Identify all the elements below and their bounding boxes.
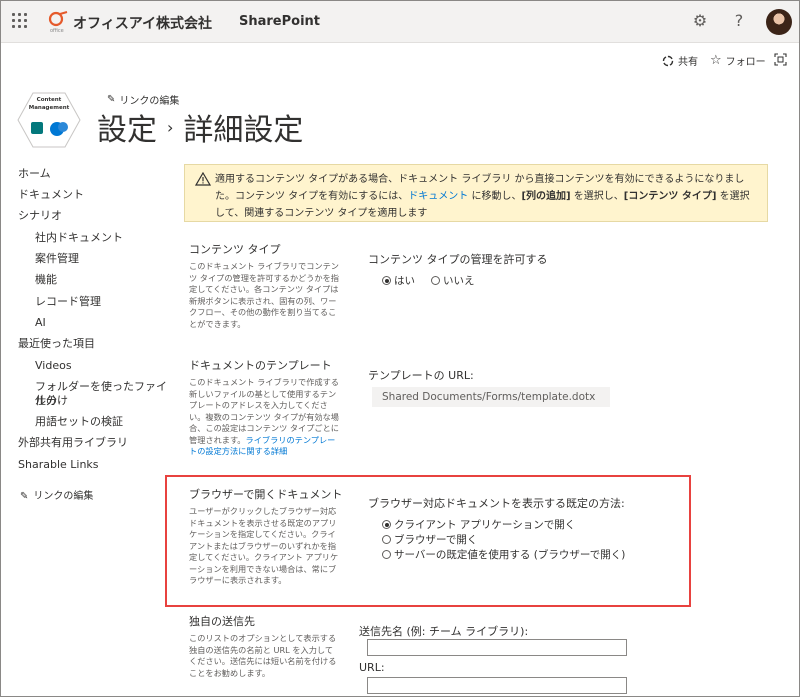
follow-label: フォロー bbox=[725, 57, 766, 68]
avatar[interactable] bbox=[766, 9, 792, 35]
suite-bar: office オフィスアイ株式会社 SharePoint ⚙ ? bbox=[1, 1, 799, 43]
browser-open-title: ブラウザーで開くドキュメント bbox=[189, 488, 343, 501]
fullscreen-icon bbox=[774, 53, 787, 66]
nav-item-home[interactable]: ホーム bbox=[18, 167, 51, 181]
nav-item-internal-docs[interactable]: 社内ドキュメント bbox=[35, 231, 123, 245]
radio-client-control[interactable] bbox=[382, 520, 391, 529]
warning-banner: 適用するコンテンツ タイプがある場合、ドキュメント ライブラリ から直接コンテン… bbox=[184, 164, 768, 222]
follow-button[interactable]: ☆ フォロー bbox=[710, 53, 766, 68]
nav-item-ai[interactable]: AI bbox=[35, 316, 46, 330]
template-title: ドキュメントのテンプレート bbox=[189, 359, 332, 372]
radio-yes-control[interactable] bbox=[382, 276, 391, 285]
nav-item-documents[interactable]: ドキュメント bbox=[18, 188, 84, 202]
warning-icon bbox=[195, 172, 211, 186]
nav-item-videos[interactable]: Videos bbox=[35, 359, 72, 373]
radio-browser-label: ブラウザーで開く bbox=[394, 534, 478, 546]
content-type-title: コンテンツ タイプ bbox=[189, 243, 281, 256]
nav-item-features[interactable]: 機能 bbox=[35, 273, 57, 287]
radio-open-browser[interactable]: ブラウザーで開く bbox=[382, 532, 477, 547]
banner-bold-1: [列の追加] bbox=[521, 191, 571, 202]
radio-open-client[interactable]: クライアント アプリケーションで開く bbox=[382, 517, 575, 532]
banner-bold-2: [コンテンツ タイプ] bbox=[623, 191, 717, 202]
page-title: 設定 › 詳細設定 bbox=[97, 105, 303, 149]
waffle-icon[interactable] bbox=[12, 13, 28, 29]
browser-open-label: ブラウザー対応ドキュメントを表示する既定の方法: bbox=[368, 497, 625, 510]
gear-icon[interactable]: ⚙ bbox=[690, 11, 710, 31]
command-bar: 共有 ☆ フォロー bbox=[1, 44, 799, 74]
browser-open-desc: ユーザーがクリックしたブラウザー対応ドキュメントを表示させる既定のアプリケーショ… bbox=[189, 506, 339, 585]
send-to-url-label: URL: bbox=[359, 661, 385, 674]
nav-item-sharable-links[interactable]: Sharable Links bbox=[18, 458, 99, 472]
banner-text-2: に移動し、 bbox=[468, 191, 522, 202]
share-icon bbox=[662, 55, 674, 66]
radio-yes[interactable]: はい bbox=[382, 273, 415, 288]
nav-item-termset[interactable]: 用語セットの検証 bbox=[35, 415, 123, 429]
pencil-icon: ✎ bbox=[20, 491, 29, 502]
sharepoint-window: office オフィスアイ株式会社 SharePoint ⚙ ? 共有 ☆ フォ… bbox=[0, 0, 800, 697]
share-button[interactable]: 共有 bbox=[662, 53, 698, 68]
send-to-title: 独自の送信先 bbox=[189, 615, 255, 628]
template-desc: このドキュメント ライブラリで作成する新しいファイルの基として使用するテンプレー… bbox=[189, 377, 339, 458]
star-icon: ☆ bbox=[710, 53, 722, 68]
radio-browser-control[interactable] bbox=[382, 535, 391, 544]
focus-mode-button[interactable] bbox=[774, 53, 787, 66]
radio-server-default[interactable]: サーバーの既定値を使用する (ブラウザーで開く) bbox=[382, 547, 625, 562]
template-url-label: テンプレートの URL: bbox=[368, 369, 474, 382]
share-label: 共有 bbox=[678, 57, 698, 68]
company-logo: office bbox=[48, 11, 68, 34]
nav-item-external-library[interactable]: 外部共有用ライブラリ bbox=[18, 436, 128, 450]
radio-no-label: いいえ bbox=[443, 275, 475, 287]
nav-edit-links[interactable]: ✎ リンクの編集 bbox=[20, 490, 93, 504]
content-type-desc: このドキュメント ライブラリでコンテンツ タイプの管理を許可するかどうかを指定し… bbox=[189, 261, 339, 329]
allow-content-type-label: コンテンツ タイプの管理を許可する bbox=[368, 253, 548, 266]
radio-server-label: サーバーの既定値を使用する (ブラウザーで開く) bbox=[394, 549, 626, 561]
template-url-field[interactable]: Shared Documents/Forms/template.dotx bbox=[372, 387, 610, 407]
chevron-right-icon: › bbox=[167, 117, 174, 137]
send-to-desc: このリストのオプションとして表示する独自の送信先の名前と URL を入力してくだ… bbox=[189, 633, 337, 678]
banner-text-3: を選択し、 bbox=[570, 191, 624, 202]
org-name[interactable]: オフィスアイ株式会社 bbox=[73, 13, 212, 33]
nav-item-records[interactable]: レコード管理 bbox=[35, 295, 101, 309]
nav-edit-links-label: リンクの編集 bbox=[33, 491, 94, 502]
radio-server-control[interactable] bbox=[382, 550, 391, 559]
radio-yes-label: はい bbox=[394, 275, 415, 287]
breadcrumb-current: 詳細設定 bbox=[183, 113, 304, 148]
svg-text:office: office bbox=[50, 28, 64, 34]
send-to-url-input[interactable] bbox=[367, 677, 627, 694]
send-to-name-label: 送信先名 (例: チーム ライブラリ): bbox=[359, 625, 529, 638]
radio-no-control[interactable] bbox=[431, 276, 440, 285]
radio-client-label: クライアント アプリケーションで開く bbox=[394, 519, 576, 531]
logo-text-2: Management bbox=[29, 105, 70, 111]
nav-item-projects[interactable]: 案件管理 bbox=[35, 252, 79, 266]
logo-text: Content bbox=[37, 97, 62, 103]
nav-item-folder-sort-2[interactable]: 仕分け bbox=[35, 394, 68, 408]
send-to-name-input[interactable] bbox=[367, 639, 627, 656]
breadcrumb-settings[interactable]: 設定 bbox=[97, 105, 157, 149]
documents-link[interactable]: ドキュメント bbox=[408, 191, 468, 202]
pencil-icon: ✎ bbox=[107, 94, 116, 105]
app-name[interactable]: SharePoint bbox=[239, 14, 320, 29]
radio-no[interactable]: いいえ bbox=[431, 273, 475, 288]
nav-item-scenario[interactable]: シナリオ bbox=[18, 209, 62, 223]
nav-item-recent[interactable]: 最近使った項目 bbox=[18, 337, 95, 351]
site-logo[interactable]: Content Management bbox=[17, 91, 81, 149]
help-icon[interactable]: ? bbox=[729, 11, 749, 31]
